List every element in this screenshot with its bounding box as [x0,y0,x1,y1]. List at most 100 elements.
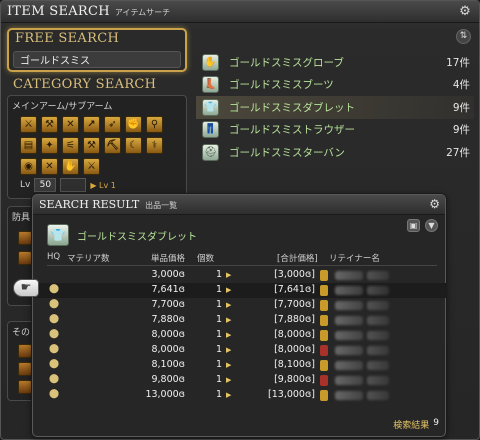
unit-price: 13,000ɞ [145,389,185,400]
glove-icon[interactable]: ✋ [62,158,79,175]
quantity: 1 [215,374,222,385]
boots-icon: 👢 [202,76,219,94]
col-total-price[interactable]: [合計価格] [277,252,318,264]
search-result-titlebar[interactable]: SEARCH RESULT 出品一覧 [33,195,445,215]
retainer-name-blurred [335,376,363,385]
col-retainer[interactable]: リテイナー名 [329,252,380,264]
hq-icon: ⬤ [49,329,60,339]
search-result-title: SEARCH RESULT [39,198,140,211]
retainer-badge-icon [320,375,328,386]
total-price: [7,880ɞ] [274,314,315,325]
unit-price: 8,000ɞ [151,344,185,355]
quantity: 1 [215,329,222,340]
col-unit-price[interactable]: 単品価格 [151,252,185,264]
col-materia[interactable]: マテリア数 [67,252,110,264]
listing-row[interactable]: ⬤ 8,000ɞ 1 ▶ [8,000ɞ] [33,343,447,358]
listing-row[interactable]: ⬤ 13,000ɞ 1 ▶ [13,000ɞ] [33,388,447,403]
sickle-icon[interactable]: ☾ [125,137,142,154]
retainer-name-blurred [367,346,389,355]
hammer-icon[interactable]: ⚒ [83,137,100,154]
filter-icon[interactable]: ▼ [425,219,438,232]
copy-icon[interactable]: ▣ [407,219,420,232]
crossed-icon[interactable]: ✕ [62,116,79,133]
total-price: [9,800ɞ] [274,374,315,385]
level-max-input[interactable] [60,178,87,192]
bow-icon[interactable]: ➶ [104,116,121,133]
level-min-input[interactable]: 50 [34,178,57,192]
axe-icon[interactable]: ⚒ [41,116,58,133]
window-subtitle: アイテムサーチ [114,8,171,17]
listing-row[interactable]: ⬤ 9,800ɞ 1 ▶ [9,800ɞ] [33,373,447,388]
unit-price: 8,000ɞ [151,329,185,340]
fist-icon[interactable]: ✊ [125,116,142,133]
result-row[interactable]: 👖 ゴールドスミストラウザー 9件 [196,119,474,142]
result-row[interactable]: 👢 ゴールドスミスブーツ 4件 [196,74,474,97]
book-icon[interactable]: ▤ [20,137,37,154]
other-category-icon[interactable] [18,344,32,358]
retainer-badge-icon [320,390,328,401]
retainer-name-blurred [335,331,363,340]
gear-icon[interactable]: ⚙ [457,4,473,20]
listing-row[interactable]: ⬤ 8,100ɞ 1 ▶ [8,100ɞ] [33,358,447,373]
retainer-badge-icon [320,315,328,326]
window-titlebar[interactable]: ITEM SEARCH アイテムサーチ ⚙ [1,1,479,23]
total-price: [7,700ɞ] [274,299,315,310]
col-quantity[interactable]: 個数 [197,252,214,264]
unit-price: 3,000ɞ [151,269,185,280]
turban-icon: ⛑ [202,143,219,161]
quantity: 1 [215,284,222,295]
result-row[interactable]: 👕 ゴールドスミスダブレット 9件 [196,96,474,119]
level-range-label[interactable]: ▶ Lv 1 [90,181,116,190]
lance-icon[interactable]: ↗ [83,116,100,133]
free-search-input[interactable] [13,51,181,68]
other-category-icon[interactable] [18,362,32,376]
needle-icon[interactable]: ⚕ [146,137,163,154]
listing-rows: 3,000ɞ 1 ▶ [3,000ɞ] ⬤ 7,641ɞ 1 ▶ [7,641ɞ] ⬤ 7,700ɞ… [33,268,447,403]
cauldron-icon[interactable]: ◉ [20,158,37,175]
retainer-name-blurred [367,331,389,340]
retainer-name-blurred [367,376,389,385]
result-row[interactable]: ✋ ゴールドスミスグローブ 17件 [196,51,474,74]
blade-icon[interactable]: ⚔ [83,158,100,175]
result-count-label: 検索結果 [393,421,430,431]
staff-icon[interactable]: ⚲ [146,116,163,133]
result-item-count: 17件 [446,56,470,69]
listing-row[interactable]: ⬤ 7,880ɞ 1 ▶ [7,880ɞ] [33,313,447,328]
listing-row[interactable]: ⬤ 8,000ɞ 1 ▶ [8,000ɞ] [33,328,447,343]
listing-row[interactable]: ⬤ 7,641ɞ 1 ▶ [7,641ɞ] [33,283,447,298]
col-hq[interactable]: HQ [47,252,60,262]
total-price: [7,641ɞ] [274,284,315,295]
arrow-icon: ▶ [226,286,232,294]
armor-category-icon[interactable] [18,231,32,245]
saw-icon[interactable]: ⚟ [62,137,79,154]
armor-category-icon[interactable] [18,251,32,265]
hq-icon: ⬤ [49,344,60,354]
total-price: [8,000ɞ] [274,344,315,355]
retainer-name-blurred [335,301,363,310]
unit-price: 8,100ɞ [151,359,185,370]
result-count-value: 9 [433,418,439,428]
search-result-subtitle: 出品一覧 [145,201,178,210]
total-price: [8,000ɞ] [274,329,315,340]
arrow-icon: ▶ [226,271,232,279]
arrow-icon: ▶ [226,361,232,369]
result-row[interactable]: ⛑ ゴールドスミスターバン 27件 [196,141,474,164]
result-item-name: ゴールドスミスグローブ [229,56,344,69]
pick-icon[interactable]: ⛏ [104,137,121,154]
sort-icon[interactable]: ⇅ [456,29,471,44]
listing-row[interactable]: ⬤ 7,700ɞ 1 ▶ [7,700ɞ] [33,298,447,313]
sword-icon[interactable]: ⚔ [20,116,37,133]
arrow-icon: ▶ [226,376,232,384]
retainer-badge-icon [320,360,328,371]
window-title: ITEM SEARCH [7,4,110,19]
other-category-icon[interactable] [18,380,32,394]
listing-row[interactable]: 3,000ɞ 1 ▶ [3,000ɞ] [33,268,447,283]
results-list: ✋ ゴールドスミスグローブ 17件 👢 ゴールドスミスブーツ 4件 👕 ゴールドスミスダブレッ… [196,51,474,164]
crossed-icon[interactable]: ✕ [41,158,58,175]
category-icon-grid: ⚔ ⚒ ✕ ↗ ➶ ✊ ⚲ ▤ ✦ ⚟ ⚒ ⛏ ☾ ⚕ ◉ ✕ ✋ ⚔ [20,116,180,175]
hq-icon: ⬤ [49,299,60,309]
hq-icon: ⬤ [49,359,60,369]
gear-icon[interactable]: ⚙ [429,197,440,211]
quantity: 1 [215,389,222,400]
wand-icon[interactable]: ✦ [41,137,58,154]
